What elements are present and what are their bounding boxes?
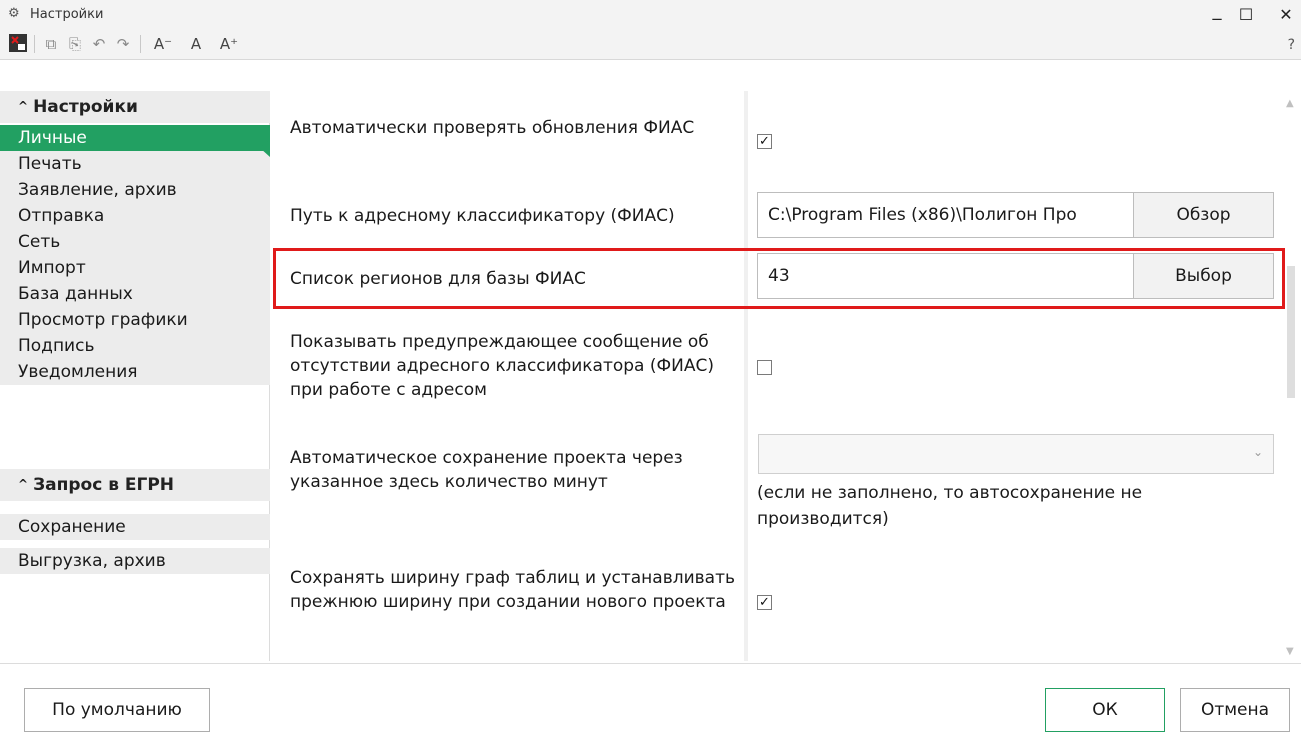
keep-column-width-checkbox[interactable]: ✓ — [757, 595, 772, 610]
copy-icon[interactable]: ⧉ — [40, 33, 62, 55]
sidebar-item-signature[interactable]: Подпись — [0, 333, 270, 359]
font-normal-button[interactable]: A — [182, 33, 210, 55]
sidebar-item-import[interactable]: Импорт — [0, 255, 270, 281]
nav-group-egrn-request[interactable]: ^ Запрос в ЕГРН — [0, 469, 270, 501]
ok-button[interactable]: ОК — [1045, 688, 1165, 732]
font-increase-button[interactable]: A⁺ — [212, 33, 246, 55]
scroll-down-arrow-icon[interactable]: ▼ — [1286, 646, 1294, 657]
close-button[interactable]: ✕ — [1271, 2, 1301, 28]
auto-check-fias-checkbox[interactable]: ✓ — [757, 134, 772, 149]
paste-icon[interactable]: ⎘ — [64, 33, 86, 55]
toolbar-separator — [34, 35, 35, 53]
chevron-up-icon: ^ — [18, 477, 29, 491]
warn-no-fias-checkbox[interactable] — [757, 360, 772, 375]
nav-group-label: Запрос в ЕГРН — [33, 475, 175, 495]
toolbar-separator — [140, 35, 141, 53]
settings-gears-icon: ⚙ — [8, 6, 20, 21]
sidebar-item-notifications[interactable]: Уведомления — [0, 359, 270, 385]
auto-check-fias-label: Автоматически проверять обновления ФИАС — [290, 118, 695, 138]
autosave-label: Автоматическое сохранение проекта через … — [290, 448, 683, 492]
sidebar-item-database[interactable]: База данных — [0, 281, 270, 307]
scrollbar-thumb[interactable] — [1287, 266, 1295, 398]
active-item-pointer — [260, 139, 270, 157]
dialog-footer: По умолчанию ОК Отмена — [0, 663, 1301, 735]
sidebar-item-personal[interactable]: Личные — [0, 125, 270, 151]
minimize-button[interactable]: _ — [1202, 0, 1232, 24]
warn-no-fias-label: Показывать предупреждающее сообщение об … — [290, 332, 714, 400]
help-button[interactable]: ? — [1288, 37, 1295, 53]
sidebar-item-print[interactable]: Печать — [0, 151, 270, 177]
scroll-up-arrow-icon[interactable]: ▲ — [1286, 98, 1294, 109]
maximize-button[interactable]: ☐ — [1231, 2, 1261, 28]
sidebar-item-network[interactable]: Сеть — [0, 229, 270, 255]
toolbar: ⧉ ⎘ ↶ ↷ A⁻ A A⁺ ? — [0, 30, 1301, 60]
sidebar-item-sending[interactable]: Отправка — [0, 203, 270, 229]
redo-icon[interactable]: ↷ — [112, 33, 134, 55]
chevron-up-icon: ^ — [18, 99, 29, 113]
fias-path-field[interactable]: C:\Program Files (x86)\Полигон Про — [757, 192, 1134, 238]
nav-group-label: Настройки — [33, 97, 138, 117]
browse-button[interactable]: Обзор — [1133, 192, 1274, 238]
fias-path-label: Путь к адресному классификатору (ФИАС) — [290, 206, 675, 226]
undo-icon[interactable]: ↶ — [88, 33, 110, 55]
sidebar-item-graphics-view[interactable]: Просмотр графики — [0, 307, 270, 333]
app-logo-icon — [8, 34, 28, 56]
sidebar-item-export-archive[interactable]: Выгрузка, архив — [0, 548, 270, 574]
autosave-note: (если не заполнено, то автосохранение не… — [757, 483, 1143, 529]
sidebar-item-saving[interactable]: Сохранение — [0, 514, 270, 540]
cancel-button[interactable]: Отмена — [1180, 688, 1290, 732]
chevron-down-icon: ⌄ — [1252, 445, 1263, 459]
sidebar-item-application-archive[interactable]: Заявление, архив — [0, 177, 270, 203]
nav-group-settings[interactable]: ^ Настройки — [0, 91, 270, 123]
autosave-minutes-select[interactable]: ⌄ — [758, 434, 1274, 474]
defaults-button[interactable]: По умолчанию — [24, 688, 210, 732]
settings-sidebar: ^ Настройки Личные Печать Заявление, архи… — [0, 91, 270, 661]
highlight-frame — [273, 248, 1285, 309]
window-title: Настройки — [30, 7, 104, 22]
font-decrease-button[interactable]: A⁻ — [146, 33, 180, 55]
title-bar: ⚙ Настройки _ ☐ ✕ — [0, 0, 1301, 30]
keep-column-width-label: Сохранять ширину граф таблиц и устанавли… — [290, 568, 736, 612]
